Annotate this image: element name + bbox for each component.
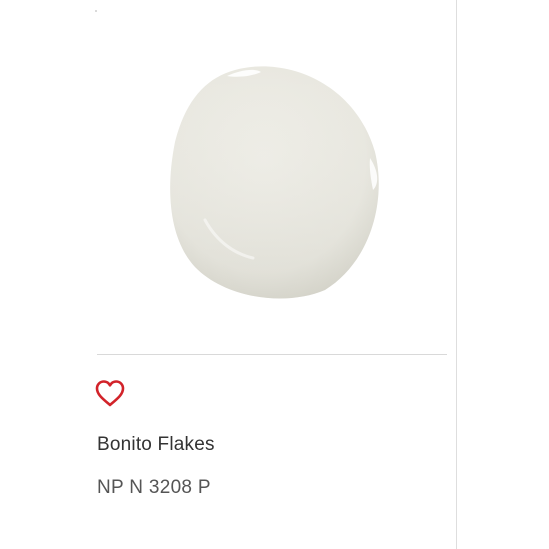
section-divider [97, 354, 447, 355]
top-marker [95, 10, 97, 12]
color-code: NP N 3208 P [97, 477, 211, 498]
paint-swatch[interactable] [165, 62, 387, 300]
color-name[interactable]: Bonito Flakes [97, 434, 215, 456]
favorite-button[interactable] [94, 378, 126, 408]
heart-icon [95, 380, 125, 407]
column-divider [456, 0, 457, 549]
paint-blob-image [170, 66, 379, 299]
